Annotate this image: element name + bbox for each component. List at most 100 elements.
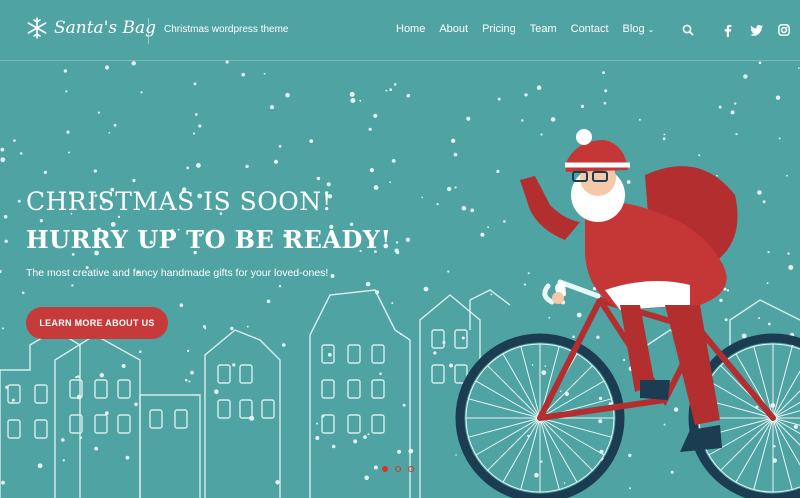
snowflake-dot <box>373 185 379 191</box>
hero-section: Santa's Bag Christmas wordpress theme Ho… <box>0 0 800 498</box>
snowflake-dot <box>327 352 332 357</box>
house-window <box>371 379 385 399</box>
nav-pricing[interactable]: Pricing <box>482 23 516 35</box>
snowflake-dot <box>628 487 631 490</box>
snowflake-dot <box>94 446 99 451</box>
snowflake-dot <box>470 208 475 213</box>
snowflake-dot <box>603 101 607 105</box>
snowflake-dot <box>628 453 632 458</box>
hero-subheadline: HURRY UP TO BE READY! <box>26 225 392 254</box>
search-icon[interactable] <box>680 22 696 38</box>
snowflake-dot <box>698 154 701 157</box>
slider-dot[interactable] <box>408 466 414 472</box>
snowflake-dot <box>368 127 372 131</box>
snowflake-dot <box>188 380 191 383</box>
snowflake-dot <box>787 252 790 255</box>
snowflake-dot <box>37 463 43 469</box>
snowflake-dot <box>214 389 219 395</box>
house-window <box>371 414 385 434</box>
snowflake-dot <box>596 335 600 339</box>
snowflake-dot <box>663 133 666 136</box>
snowflake-dot <box>364 475 370 481</box>
instagram-icon[interactable] <box>776 22 792 38</box>
snowflake-dot <box>232 363 236 367</box>
snowflake-dot <box>1 480 5 485</box>
snowflake-dot <box>559 390 562 393</box>
snowflake-dot <box>451 138 456 143</box>
nav-team[interactable]: Team <box>530 23 557 35</box>
wheel-spoke <box>753 417 774 490</box>
snowflake-dot <box>487 226 489 229</box>
snowflake-dot <box>282 343 286 347</box>
snowflake-dot <box>190 370 194 375</box>
snowflake-dot <box>540 133 543 136</box>
snowflake-dot <box>309 139 314 144</box>
house-window <box>347 344 361 364</box>
facebook-icon[interactable] <box>720 22 736 38</box>
snowflake-dot <box>19 152 23 155</box>
snowflake-dot <box>673 407 679 412</box>
slider-dot[interactable] <box>395 466 401 472</box>
snowflake-dot <box>563 482 566 484</box>
snowflake-dot <box>363 435 367 439</box>
snowflake-dot <box>453 152 458 157</box>
nav-blog[interactable]: Blog ⌄ <box>623 23 655 35</box>
snowflake-dot <box>125 455 130 460</box>
learn-more-button[interactable]: LEARN MORE ABOUT US <box>26 307 168 339</box>
snowflake-dot <box>423 286 429 292</box>
brand-logo[interactable]: Santa's Bag <box>26 17 156 39</box>
snowflake-dot <box>773 445 776 448</box>
snowflake-dot <box>730 110 735 115</box>
nav-home[interactable]: Home <box>396 23 425 35</box>
snowflake-dot <box>245 164 249 169</box>
snowflake-dot <box>353 439 358 444</box>
snowflake-dot <box>121 364 126 368</box>
snowflake-dot <box>3 214 8 219</box>
header-icons <box>680 22 800 38</box>
snowflake-dot <box>379 372 382 376</box>
snowflake-dot <box>389 181 392 184</box>
snowflake-dot <box>521 119 524 122</box>
house-window <box>94 414 108 434</box>
snowflake-dot <box>62 459 65 462</box>
snowflake-dot <box>108 132 111 134</box>
snowflake-dot <box>734 102 737 105</box>
main-nav: Home About Pricing Team Contact Blog ⌄ <box>396 23 668 35</box>
snowflake-dot <box>497 97 501 101</box>
snowflake-dot <box>274 159 278 164</box>
snowflake-dot <box>576 312 582 318</box>
snowflake-dot <box>331 444 336 449</box>
snowflake-dot <box>266 299 271 304</box>
snowflake-dot <box>548 316 551 319</box>
snowflake-dot <box>466 116 471 121</box>
snowflake-dot <box>503 220 506 223</box>
snowflake-dot <box>186 166 190 170</box>
snowflake-dot <box>758 61 762 65</box>
snowflake-dot <box>63 69 68 73</box>
house-window <box>371 344 385 364</box>
snowflake-dot <box>775 95 781 100</box>
snowflake-dot <box>285 92 290 98</box>
snowflake-dot <box>241 72 245 77</box>
nav-about[interactable]: About <box>439 23 468 35</box>
snowflake-dot <box>93 169 97 173</box>
snowflake-dot <box>406 93 411 98</box>
nav-blog-label: Blog <box>622 23 645 35</box>
snowflake-dot <box>67 151 70 154</box>
snowflake-dot <box>350 98 356 103</box>
nav-contact[interactable]: Contact <box>571 23 609 35</box>
snowflake-dot <box>131 61 136 66</box>
snowflake-dot <box>71 284 74 287</box>
wheel-spoke <box>772 417 793 490</box>
slider-dot[interactable] <box>382 466 388 472</box>
snowflake-dot <box>663 423 666 426</box>
twitter-icon[interactable] <box>748 22 764 38</box>
snowflake-dot <box>315 436 320 440</box>
house-window <box>454 329 468 349</box>
snowflake-dot <box>99 373 105 378</box>
wheel-spoke <box>772 346 793 419</box>
house-window <box>431 364 445 384</box>
snowflake-dot <box>97 111 100 114</box>
house-window <box>34 384 48 404</box>
hero-headline: CHRISTMAS IS SOON! <box>26 187 333 216</box>
